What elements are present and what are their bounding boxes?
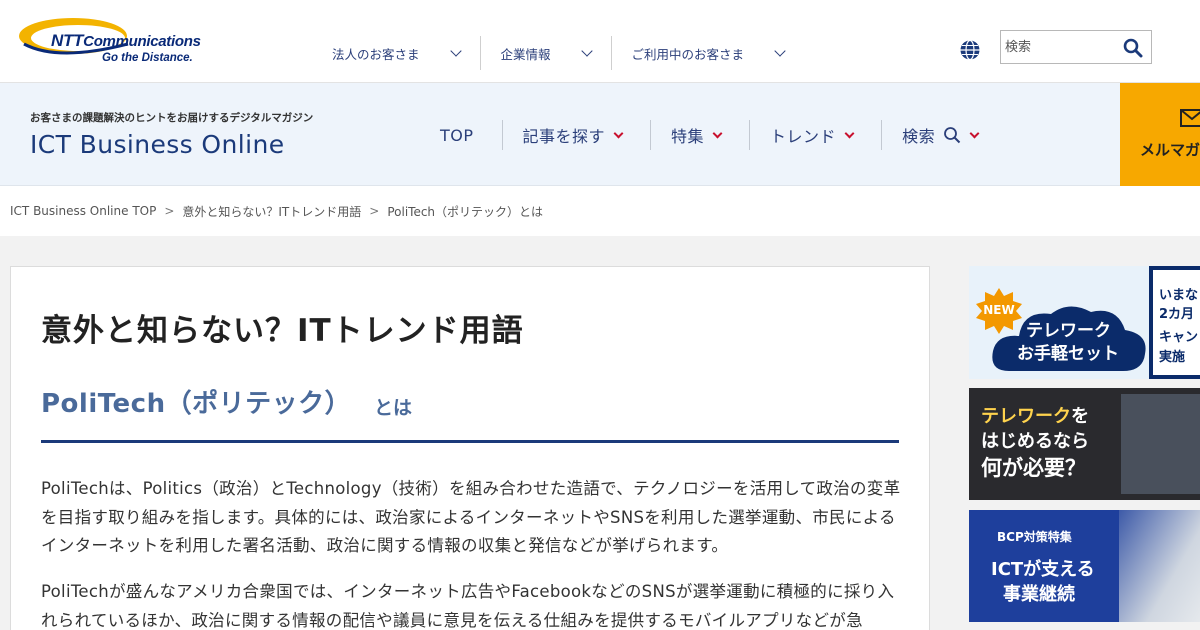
newsletter-button[interactable]: メルマガ [1120,83,1200,186]
nav-top[interactable]: TOP [420,120,503,150]
site-brand-title[interactable]: ICT Business Online [30,130,284,159]
site-search-box [1000,30,1152,64]
logo-wordmark: NTTCommunications [51,31,201,50]
chevron-down-icon [580,45,593,57]
nav-find-articles[interactable]: 記事を探す [503,120,652,150]
banner-line2: はじめるなら [981,431,1089,452]
article-paragraph: PoliTechは、Politics（政治）とTechnology（技術）を組み… [41,479,901,555]
main-nav: TOP 記事を探す 特集 トレンド 検索 [420,120,1006,150]
nav-features[interactable]: 特集 [651,120,751,150]
breadcrumb-item-category[interactable]: 意外と知らない？ITトレンド用語 [182,203,361,220]
corporate-nav: 法人のお客さま 企業情報 ご利用中のお客さま [312,36,804,70]
chevron-down-icon [969,128,980,138]
site-tagline: お客さまの課題解決のヒントをお届けするデジタルマガジン [30,112,314,124]
site-header: お客さまの課題解決のヒントをお届けするデジタルマガジン ICT Business… [0,83,1200,186]
telework-guide-banner[interactable]: テレワークを はじめるなら 何が必要？ [969,388,1200,500]
search-icon[interactable] [1123,38,1143,58]
nav-search[interactable]: 検索 [882,120,1006,150]
mail-icon [1180,109,1200,127]
logo-slogan: Go the Distance. [102,52,193,64]
banner-chip: BCP対策特集 [997,530,1072,544]
breadcrumb-item-current: PoliTech（ポリテック）とは [387,204,544,219]
video-call-image [1121,394,1200,494]
office-photo-image [1119,510,1200,622]
article-series-title: 意外と知らない？ITトレンド用語 [41,313,524,349]
search-icon [944,127,961,144]
corpnav-item-company[interactable]: 企業情報 [481,36,612,70]
globe-icon[interactable] [959,39,981,61]
corporate-header: NTTCommunications Go the Distance. 法人のお客… [0,0,1200,83]
article-paragraph: PoliTechが盛んなアメリカ合衆国では、インターネット広告やFacebook… [41,582,895,630]
banner-line1: テレワークを [981,406,1089,427]
banner-line2: 事業継続 [1003,584,1075,605]
banner-line1: ICTが支える [991,559,1095,580]
breadcrumb-separator: > [369,204,380,218]
banner-line3: 何が必要？ [981,456,1086,480]
term-name: PoliTech（ポリテック） [41,389,352,419]
breadcrumb-item-top[interactable]: ICT Business Online TOP [10,204,156,218]
search-input[interactable] [1001,31,1119,63]
chevron-down-icon [844,128,855,138]
banner-line1: テレワーク [1026,321,1111,341]
chevron-down-icon [449,45,462,57]
chevron-down-icon [774,45,786,57]
chevron-down-icon [712,128,723,138]
corpnav-item-business[interactable]: 法人のお客さま [312,36,481,70]
article-card: 意外と知らない？ITトレンド用語 PoliTech（ポリテック） とは Poli… [10,266,930,630]
term-suffix: とは [374,397,413,419]
corpnav-item-customers[interactable]: ご利用中のお客さま [612,36,805,70]
banner-campaign-panel: いまな 2カ月 キャン 実施 [1149,266,1200,379]
newsletter-label: メルマガ [1140,141,1200,159]
banner-line2: お手軽セット [1017,344,1119,364]
telework-set-banner[interactable]: NEW テレワーク お手軽セット いまな 2カ月 キャン 実施 [969,266,1200,379]
term-heading: PoliTech（ポリテック） とは [41,381,899,443]
bcp-feature-banner[interactable]: BCP対策特集 ICTが支える 事業継続 [969,510,1200,622]
chevron-down-icon [613,128,624,138]
ntt-communications-logo[interactable]: NTTCommunications Go the Distance. [18,14,203,70]
breadcrumb: ICT Business Online TOP > 意外と知らない？ITトレンド… [0,186,1200,236]
nav-trends[interactable]: トレンド [750,120,883,150]
breadcrumb-separator: > [164,204,175,218]
